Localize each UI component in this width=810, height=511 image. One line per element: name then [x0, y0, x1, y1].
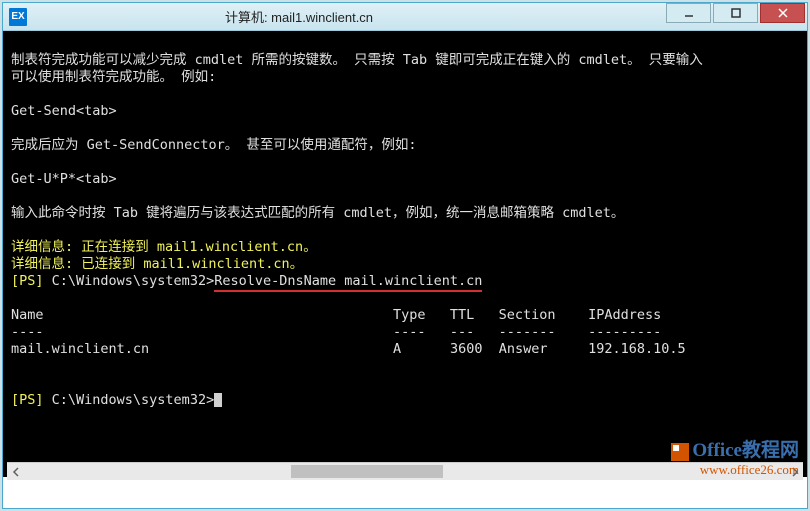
dns-row-name: mail.winclient.cn — [11, 341, 149, 357]
terminal-output[interactable]: 制表符完成功能可以减少完成 cmdlet 所需的按键数。 只需按 Tab 键即可… — [3, 31, 807, 477]
help-line-2: 可以使用制表符完成功能。 例如: — [11, 69, 216, 85]
dns-row-section: Answer — [499, 341, 548, 357]
window-title: 计算机: mail1.winclient.cn — [33, 7, 665, 26]
scroll-track[interactable] — [24, 463, 786, 480]
dns-table: Name Type TTL Section IPAddress ---- ---… — [11, 307, 686, 357]
app-icon: EX — [9, 8, 27, 26]
maximize-icon — [731, 8, 741, 18]
close-icon — [778, 8, 788, 18]
maximize-button[interactable] — [713, 3, 758, 23]
cursor — [214, 393, 222, 407]
prompt-line-2: [PS] C:\Windows\system32> — [11, 392, 222, 408]
help-tab-desc: 输入此命令时按 Tab 键将遍历与该表达式匹配的所有 cmdlet，例如，统一消… — [11, 205, 624, 221]
example-getsend: Get-Send<tab> — [11, 103, 117, 119]
window-controls — [665, 3, 807, 30]
scroll-left-button[interactable] — [7, 463, 24, 480]
titlebar[interactable]: EX 计算机: mail1.winclient.cn — [3, 3, 807, 31]
chevron-right-icon — [790, 467, 800, 477]
dns-row-type: A — [393, 341, 401, 357]
minimize-button[interactable] — [666, 3, 711, 23]
horizontal-scrollbar[interactable] — [7, 462, 803, 480]
verbose-connected: 详细信息: 已连接到 mail1.winclient.cn。 — [11, 256, 303, 272]
example-getu: Get-U*P*<tab> — [11, 171, 117, 187]
dns-row-ttl: 3600 — [450, 341, 483, 357]
minimize-icon — [684, 8, 694, 18]
help-complete: 完成后应为 Get-SendConnector。 甚至可以使用通配符，例如: — [11, 137, 417, 153]
chevron-left-icon — [11, 467, 21, 477]
app-window: EX 计算机: mail1.winclient.cn 制表符完成功能可以减少完成… — [2, 2, 808, 509]
close-button[interactable] — [760, 3, 805, 23]
dns-row-ip: 192.168.10.5 — [588, 341, 686, 357]
scroll-right-button[interactable] — [786, 463, 803, 480]
help-line-1: 制表符完成功能可以减少完成 cmdlet 所需的按键数。 只需按 Tab 键即可… — [11, 52, 703, 68]
scroll-thumb[interactable] — [291, 465, 443, 478]
typed-command: Resolve-DnsName mail.winclient.cn — [214, 273, 482, 292]
verbose-connecting: 详细信息: 正在连接到 mail1.winclient.cn。 — [11, 239, 317, 255]
prompt-line-1: [PS] C:\Windows\system32>Resolve-DnsName… — [11, 273, 482, 292]
